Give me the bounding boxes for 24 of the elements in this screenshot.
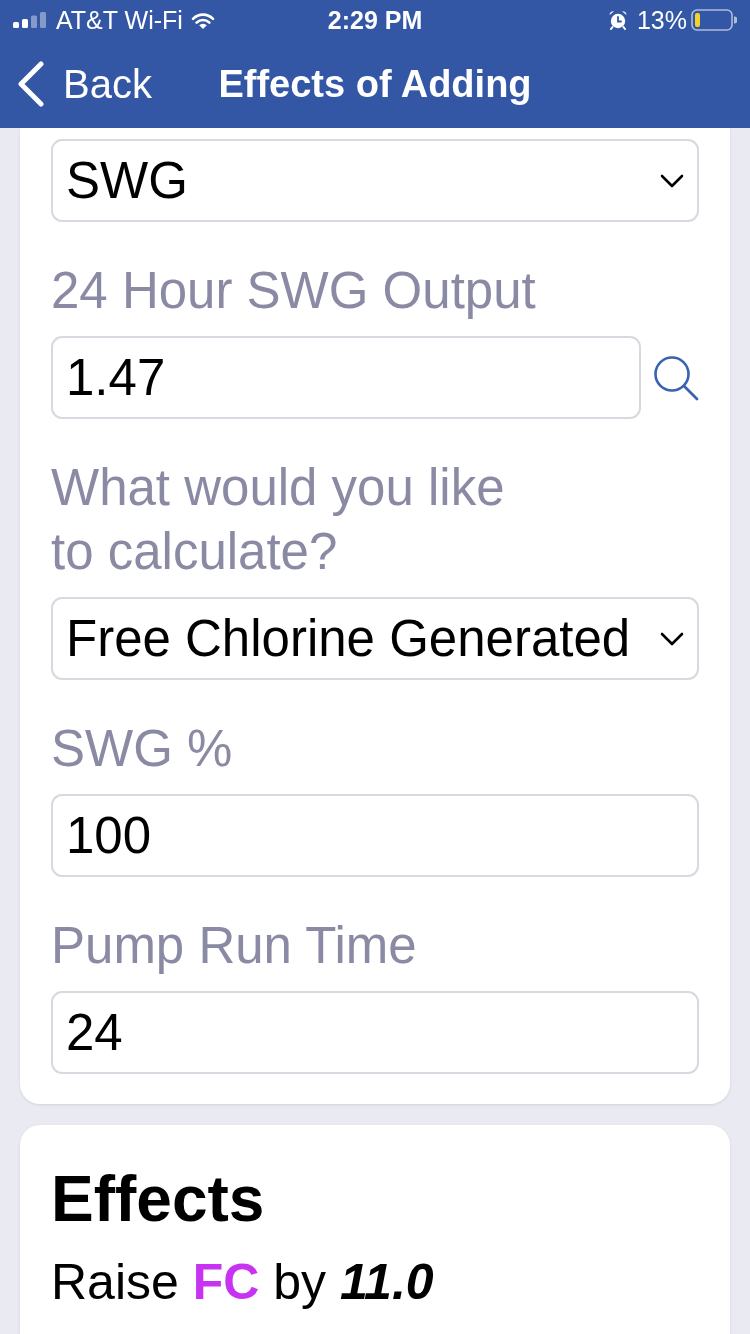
battery-percent: 13% (636, 5, 687, 35)
effect-text: Raise FC by 11.0 (51, 1253, 435, 1312)
field-label: What would you like to calculate? (51, 458, 506, 582)
field-label: Pump Run Time (51, 916, 418, 976)
battery-icon (691, 9, 737, 31)
alarm-clock-icon (607, 10, 628, 30)
page-title: Effects of Adding (218, 62, 532, 106)
signal-icon (13, 12, 48, 28)
chevron-left-icon (17, 61, 45, 107)
text-field[interactable]: 100 (51, 794, 699, 877)
search-icon[interactable] (653, 354, 699, 401)
text-field[interactable]: 24 (51, 991, 699, 1074)
field-label: SWG % (51, 719, 234, 779)
clock-time: 2:29 PM (327, 5, 423, 35)
text-field[interactable]: 1.47 (51, 336, 641, 419)
chevron-down-icon (660, 631, 684, 646)
carrier-name: AT&T Wi-Fi (56, 5, 183, 35)
field-label: 24 Hour SWG Output (51, 261, 537, 321)
wifi-icon (190, 11, 215, 29)
dropdown-select[interactable]: SWG (51, 139, 699, 222)
effects-heading: Effects (51, 1162, 266, 1237)
chevron-down-icon (660, 173, 684, 188)
back-button[interactable]: Back (0, 61, 152, 107)
dropdown-select[interactable]: Free Chlorine Generated (51, 597, 699, 680)
